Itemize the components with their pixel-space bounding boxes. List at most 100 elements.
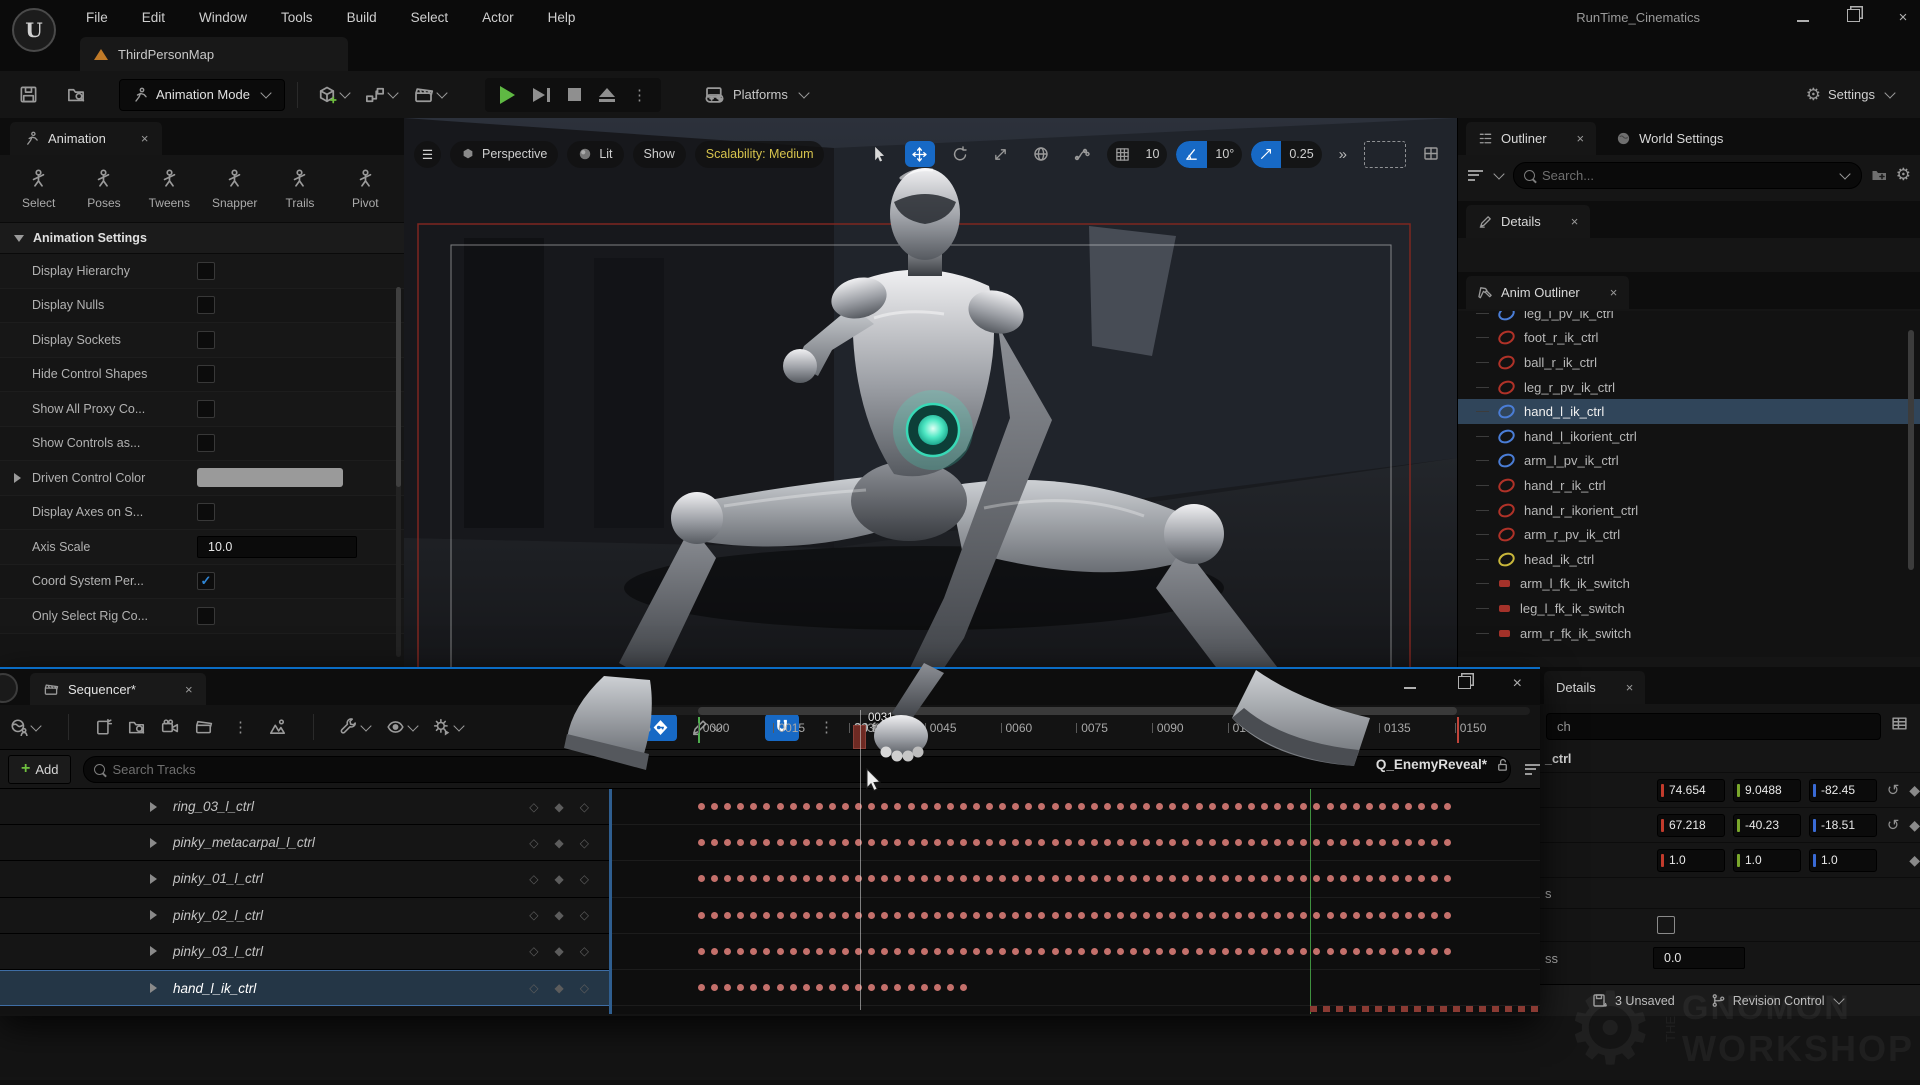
- keyframe-dot[interactable]: [1182, 803, 1189, 810]
- keyframe-dot[interactable]: [1340, 948, 1347, 955]
- keyframe-dot[interactable]: [1379, 912, 1386, 919]
- keyframe-dot[interactable]: [1235, 875, 1242, 882]
- anim-control-arm_r_fk_ik_switch[interactable]: arm_r_fk_ik_switch: [1458, 621, 1920, 646]
- grid-snap-control[interactable]: 10: [1107, 141, 1168, 168]
- viewport[interactable]: [404, 118, 1457, 667]
- level-tab[interactable]: ThirdPersonMap: [80, 37, 348, 71]
- keyframe-dot[interactable]: [1366, 803, 1373, 810]
- keyframe-dot[interactable]: [816, 839, 823, 846]
- keyframe-dot[interactable]: [750, 984, 757, 991]
- keyframe-dot[interactable]: [790, 948, 797, 955]
- axis-value-field[interactable]: -82.45: [1809, 779, 1877, 802]
- keyframe-dot[interactable]: [1313, 875, 1320, 882]
- close-icon[interactable]: ×: [1610, 285, 1618, 300]
- keyframe-dot[interactable]: [698, 948, 705, 955]
- keyframe-dot[interactable]: [1287, 912, 1294, 919]
- keyframe-dot[interactable]: [894, 875, 901, 882]
- keyframe-dot[interactable]: [973, 948, 980, 955]
- keyframe-dot[interactable]: [1078, 912, 1085, 919]
- keyframe-dot[interactable]: [1327, 912, 1334, 919]
- keyframe-dot[interactable]: [999, 839, 1006, 846]
- outliner-settings-icon[interactable]: ⚙: [1896, 165, 1911, 185]
- tool-select[interactable]: Select: [10, 169, 68, 210]
- add-actor-track-icon[interactable]: [268, 718, 287, 736]
- setting-checkbox[interactable]: [197, 262, 215, 280]
- keyframe-dot[interactable]: [724, 839, 731, 846]
- keyframe-dot[interactable]: [894, 984, 901, 991]
- keyframe-dot[interactable]: [908, 948, 915, 955]
- keyframe-dot[interactable]: [1025, 839, 1032, 846]
- keyframe-dot[interactable]: [999, 948, 1006, 955]
- expand-arrow-icon[interactable]: [150, 983, 157, 993]
- keyframe-dot[interactable]: [960, 875, 967, 882]
- filter-icon[interactable]: [1468, 167, 1483, 183]
- keyframe-dot[interactable]: [711, 803, 718, 810]
- setting-checkbox[interactable]: [197, 365, 215, 383]
- axis-value-field[interactable]: -40.23: [1733, 814, 1801, 837]
- keyframe-dot[interactable]: [868, 875, 875, 882]
- keyframe-dot[interactable]: [1261, 948, 1268, 955]
- tab-animation[interactable]: Animation ×: [10, 122, 162, 155]
- setting-number-field[interactable]: 10.0: [197, 536, 357, 558]
- keyframe-dot[interactable]: [763, 875, 770, 882]
- animation-settings-header[interactable]: Animation Settings: [0, 223, 404, 254]
- scalability-button[interactable]: Scalability: Medium: [695, 141, 825, 168]
- keyframe-dot[interactable]: [737, 912, 744, 919]
- keyframe-dot[interactable]: [1182, 839, 1189, 846]
- minimize-button[interactable]: [1404, 677, 1416, 692]
- keyframe-dot[interactable]: [1300, 839, 1307, 846]
- anim-control-hand_l_ikorient_ctrl[interactable]: hand_l_ikorient_ctrl: [1458, 424, 1920, 449]
- keyframe-dot[interactable]: [1222, 803, 1229, 810]
- keyframe-dot[interactable]: [1313, 912, 1320, 919]
- keyframe-dot[interactable]: [1182, 948, 1189, 955]
- frame-skip-button[interactable]: [526, 79, 557, 111]
- keyframe-dot[interactable]: [921, 912, 928, 919]
- tool-snapper[interactable]: Snapper: [206, 169, 264, 210]
- axis-value-field[interactable]: 1.0: [1809, 849, 1877, 872]
- keyframe-dot[interactable]: [1025, 875, 1032, 882]
- details-search-input[interactable]: ch: [1546, 713, 1881, 740]
- keyframe-dot[interactable]: [1287, 875, 1294, 882]
- keyframe-dot[interactable]: [1353, 839, 1360, 846]
- content-browser-button[interactable]: [59, 79, 93, 111]
- keyframe-dot[interactable]: [868, 803, 875, 810]
- tool-trails[interactable]: Trails: [271, 169, 329, 210]
- keyframe-dot[interactable]: [842, 984, 849, 991]
- minimize-button[interactable]: [1796, 9, 1810, 26]
- keyframe-dot[interactable]: [1209, 948, 1216, 955]
- keyframe-dot[interactable]: [1379, 948, 1386, 955]
- key-nav-next[interactable]: ◇: [580, 944, 589, 958]
- keyframe-dot[interactable]: [790, 839, 797, 846]
- keyframe-dot[interactable]: [1038, 912, 1045, 919]
- key-nav-next[interactable]: ◇: [580, 800, 589, 814]
- keyframe-dot[interactable]: [1392, 839, 1399, 846]
- key-nav-add[interactable]: ◆: [555, 836, 564, 850]
- anim-control-arm_r_pv_ik_ctrl[interactable]: arm_r_pv_ik_ctrl: [1458, 522, 1920, 547]
- keyframe-dot[interactable]: [1169, 839, 1176, 846]
- menu-item-tools[interactable]: Tools: [281, 10, 313, 25]
- keyframe-dot[interactable]: [842, 803, 849, 810]
- key-nav-next[interactable]: ◇: [580, 981, 589, 995]
- sequencer-options-button[interactable]: ⋮: [227, 718, 254, 736]
- keyframe-dot[interactable]: [1248, 803, 1255, 810]
- keyframe-dot[interactable]: [829, 803, 836, 810]
- keyframe-dot[interactable]: [1065, 803, 1072, 810]
- keyframe-dot[interactable]: [1327, 948, 1334, 955]
- tool-pivot[interactable]: Pivot: [336, 169, 394, 210]
- keyframe-dot[interactable]: [1091, 803, 1098, 810]
- keyframe-dot[interactable]: [1091, 875, 1098, 882]
- keyframe-dot[interactable]: [1209, 875, 1216, 882]
- keyframe-dot[interactable]: [960, 803, 967, 810]
- tool-tweens[interactable]: Tweens: [140, 169, 198, 210]
- keyframe-dot[interactable]: [960, 948, 967, 955]
- keyframe-dot[interactable]: [1340, 875, 1347, 882]
- keyframe-dot[interactable]: [698, 839, 705, 846]
- keyframe-dot[interactable]: [1052, 875, 1059, 882]
- keyframe-dot[interactable]: [1052, 948, 1059, 955]
- keyframe-dot[interactable]: [868, 839, 875, 846]
- keyframe-dot[interactable]: [921, 875, 928, 882]
- browse-asset-icon[interactable]: [127, 718, 146, 736]
- keyframe-dot[interactable]: [1104, 803, 1111, 810]
- create-asset-icon[interactable]: [95, 718, 113, 736]
- keyframe-dot[interactable]: [1104, 912, 1111, 919]
